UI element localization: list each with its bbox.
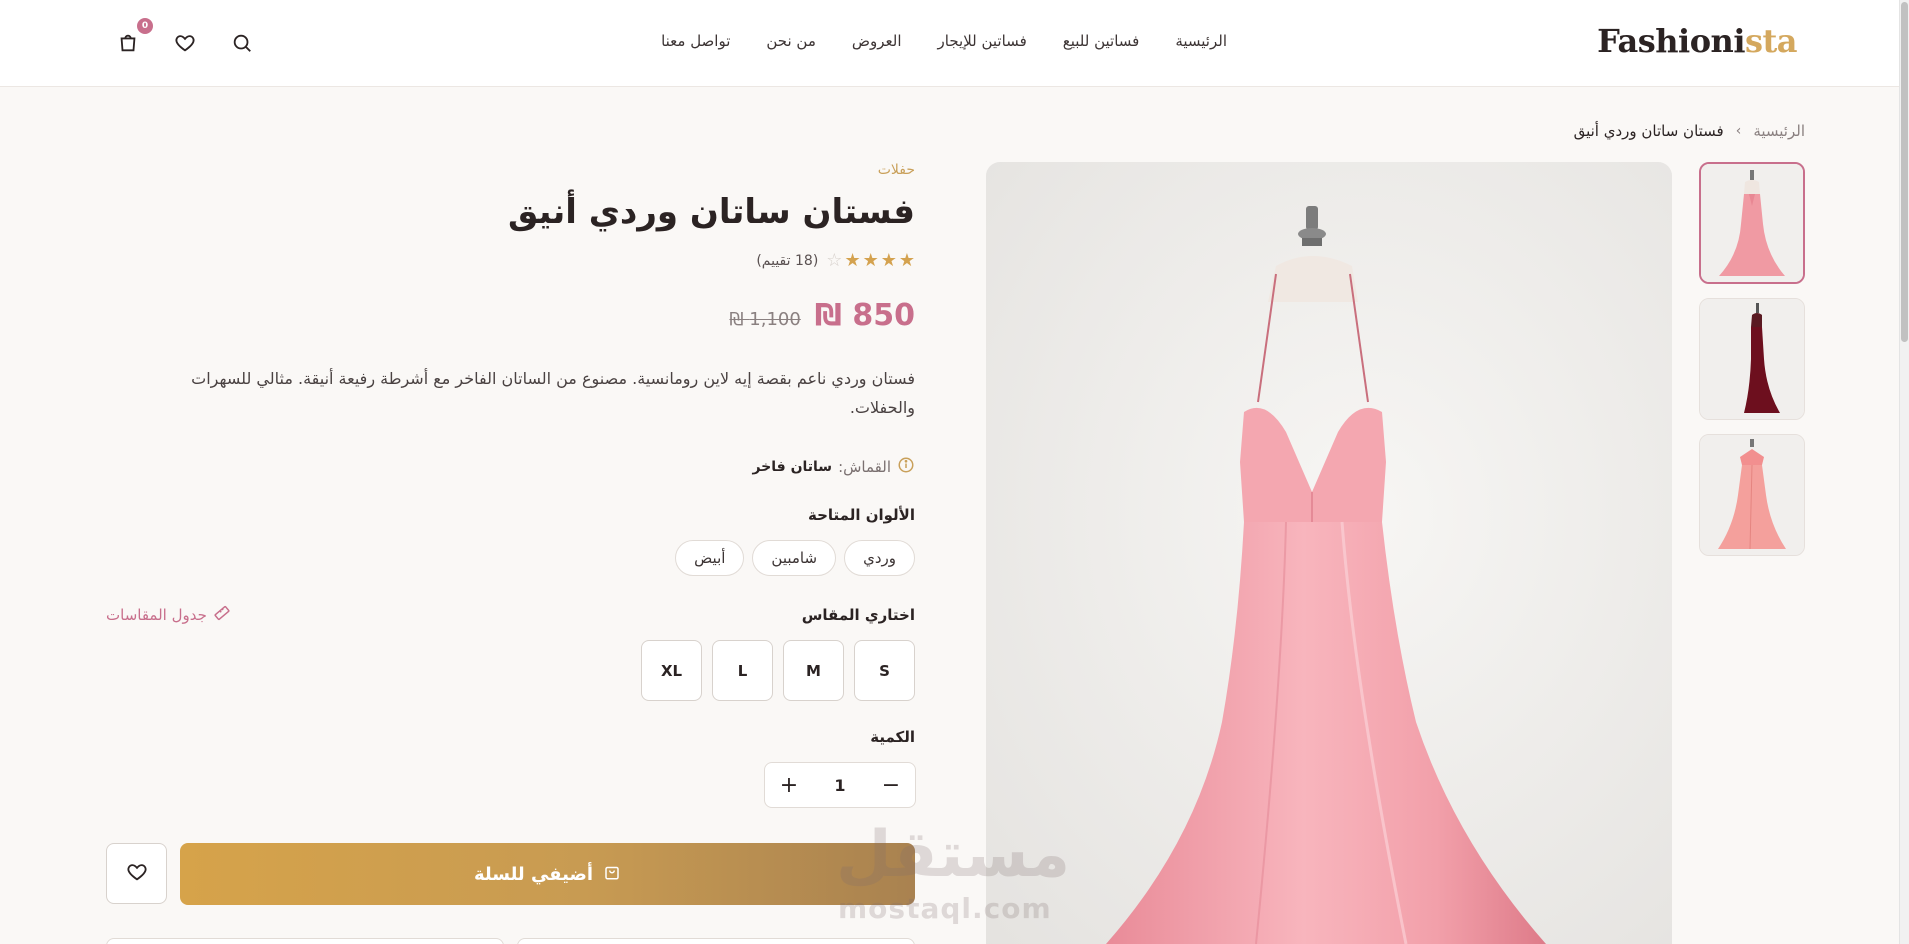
color-option-white[interactable]: أبيض (675, 540, 745, 576)
main-product-image[interactable] (986, 162, 1672, 944)
info-card (106, 938, 504, 944)
search-icon[interactable] (229, 30, 255, 56)
breadcrumb-home[interactable]: الرئيسية (1753, 122, 1805, 140)
plus-icon[interactable]: + (777, 773, 801, 798)
size-title: اختاري المقاس (801, 606, 915, 624)
current-price: 850 ₪ (814, 298, 915, 333)
star-icon: ★ (844, 250, 861, 271)
info-icon (897, 456, 915, 478)
product-rating: ★ ★ ★ ★ ☆ (18 تقييم) (756, 250, 915, 271)
add-to-cart-button[interactable]: أضيفي للسلة (180, 843, 915, 905)
info-card (517, 938, 915, 944)
size-option-m[interactable]: M (783, 640, 844, 701)
color-options: وردي شامبين أبيض (675, 540, 915, 576)
size-option-s[interactable]: S (854, 640, 915, 701)
cart-count-badge: 0 (137, 18, 153, 34)
price-row: 850 ₪ 1,100 ₪ (729, 298, 915, 333)
thumbnail-pink-dress[interactable] (1699, 162, 1805, 284)
add-to-cart-label: أضيفي للسلة (473, 863, 594, 885)
cart-icon[interactable]: 0 (115, 18, 153, 56)
thumbnail-coral-dress[interactable] (1699, 434, 1805, 556)
size-option-l[interactable]: L (712, 640, 773, 701)
size-option-xl[interactable]: XL (641, 640, 702, 701)
breadcrumb: الرئيسية › فستان ساتان وردي أنيق (1574, 122, 1805, 140)
fabric-info: القماش: ساتان فاخر (752, 456, 915, 478)
nav-about[interactable]: من نحن (766, 32, 816, 50)
site-header: Fashionista الرئيسية فساتين للبيع فساتين… (0, 0, 1899, 87)
size-chart-link[interactable]: جدول المقاسات (106, 604, 231, 626)
page-scrollbar[interactable] (1899, 0, 1909, 944)
color-option-champagne[interactable]: شامبين (752, 540, 837, 576)
add-to-wishlist-button[interactable] (106, 843, 167, 904)
mostaql-watermark: مستقل mostaql.com (836, 818, 1071, 925)
chevron-left-icon: › (1735, 123, 1742, 139)
size-chart-label: جدول المقاسات (106, 606, 207, 624)
star-rating: ★ ★ ★ ★ ☆ (826, 250, 915, 271)
thumbnail-list (1699, 162, 1805, 556)
size-options: S M L XL (641, 640, 915, 701)
nav-dresses-sale[interactable]: فساتين للبيع (1063, 32, 1140, 50)
bag-icon (603, 863, 621, 886)
minus-icon[interactable]: − (879, 773, 903, 798)
main-nav: الرئيسية فساتين للبيع فساتين للإيجار الع… (661, 32, 1227, 50)
heart-icon (126, 861, 148, 887)
product-category[interactable]: حفلات (878, 162, 915, 178)
fabric-value: ساتان فاخر (752, 459, 833, 475)
thumbnail-burgundy-dress[interactable] (1699, 298, 1805, 420)
star-icon: ★ (880, 250, 897, 271)
quantity-title: الكمية (870, 728, 915, 746)
nav-contact[interactable]: تواصل معنا (661, 32, 730, 50)
scrollbar-thumb[interactable] (1901, 2, 1908, 342)
wishlist-icon[interactable] (172, 30, 198, 56)
quantity-stepper: + 1 − (764, 762, 916, 808)
colors-title: الألوان المتاحة (807, 506, 915, 524)
nav-dresses-rent[interactable]: فساتين للإيجار (938, 32, 1027, 50)
review-count[interactable]: (18 تقييم) (756, 253, 818, 269)
star-icon: ★ (862, 250, 879, 271)
color-option-pink[interactable]: وردي (844, 540, 915, 576)
ruler-icon (213, 604, 231, 626)
product-description: فستان وردي ناعم بقصة إيه لاين رومانسية. … (191, 369, 915, 417)
nav-offers[interactable]: العروض (852, 32, 902, 50)
brand-logo[interactable]: Fashionista (1597, 22, 1797, 60)
nav-home[interactable]: الرئيسية (1175, 32, 1227, 50)
breadcrumb-current: فستان ساتان وردي أنيق (1573, 122, 1724, 140)
old-price: 1,100 ₪ (729, 309, 801, 330)
fabric-label: القماش: (838, 458, 891, 476)
product-title: فستان ساتان وردي أنيق (507, 192, 915, 232)
star-icon: ★ (898, 250, 915, 271)
quantity-value[interactable]: 1 (834, 776, 845, 795)
star-outline-icon: ☆ (826, 250, 843, 271)
